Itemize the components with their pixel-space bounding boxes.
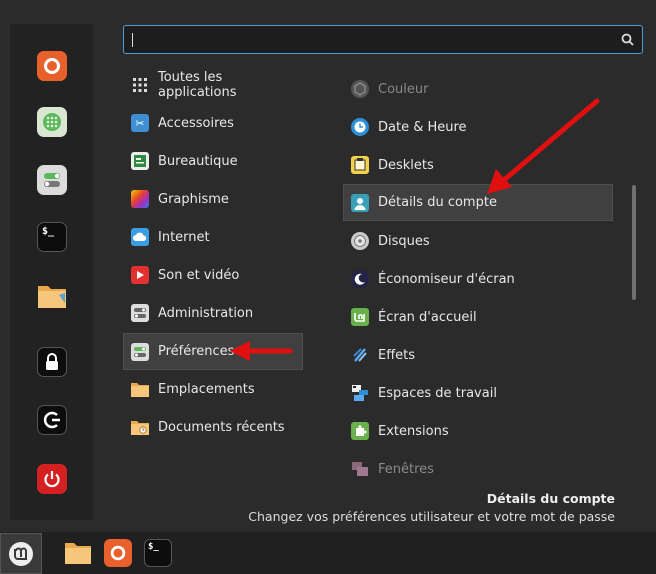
terminal-prompt: $_: [148, 542, 159, 552]
category-all-applications[interactable]: Toutes les applications: [124, 67, 302, 103]
category-label: Graphisme: [158, 191, 229, 207]
app-disks[interactable]: Disques: [344, 223, 612, 259]
app-account-details[interactable]: Détails du compte: [343, 184, 613, 221]
app-label: Disques: [378, 233, 430, 249]
category-label: Internet: [158, 229, 210, 245]
office-icon: [131, 152, 149, 170]
application-menu: $_ Toutes les applications ✂ Accessoires…: [0, 0, 656, 532]
category-office[interactable]: Bureautique: [124, 143, 302, 179]
app-color[interactable]: Couleur: [344, 71, 612, 107]
folder-icon: [131, 380, 149, 398]
text-cursor: [132, 33, 133, 47]
app-label: Desklets: [378, 157, 434, 173]
terminal-icon[interactable]: $_: [37, 222, 67, 252]
app-date-time[interactable]: Date & Heure: [344, 109, 612, 145]
app-login-screen[interactable]: Écran d'accueil: [344, 299, 612, 335]
firefox-icon[interactable]: [37, 51, 67, 81]
scrollbar[interactable]: [632, 185, 636, 300]
settings-toggle-icon[interactable]: [37, 165, 67, 195]
disk-icon: [351, 232, 369, 250]
account-icon: [351, 193, 369, 212]
category-label: Toutes les applications: [158, 70, 237, 100]
category-accessories[interactable]: ✂ Accessoires: [124, 105, 302, 141]
extensions-icon: [351, 422, 369, 440]
windows-icon: [351, 460, 369, 478]
play-icon: [131, 266, 149, 284]
description-title: Détails du compte: [486, 491, 615, 506]
calculator-icon[interactable]: [37, 107, 67, 137]
cloud-icon: [131, 228, 149, 246]
category-recent-documents[interactable]: Documents récents: [124, 409, 302, 445]
app-screensaver[interactable]: Économiseur d'écran: [344, 261, 612, 297]
category-label: Bureautique: [158, 153, 238, 169]
search-box[interactable]: [123, 25, 643, 54]
app-label: Espaces de travail: [378, 385, 497, 401]
files-icon[interactable]: [37, 281, 67, 311]
category-label: Son et vidéo: [158, 267, 240, 283]
app-label: Détails du compte: [378, 195, 497, 210]
app-label: Écran d'accueil: [378, 309, 477, 325]
terminal-prompt: $_: [42, 226, 55, 237]
category-label: Accessoires: [158, 115, 234, 131]
category-administration[interactable]: Administration: [124, 295, 302, 331]
search-icon: [621, 33, 634, 46]
category-places[interactable]: Emplacements: [124, 371, 302, 407]
clock-icon: [351, 118, 369, 136]
mint-menu-icon: [9, 541, 33, 566]
power-icon[interactable]: [37, 464, 67, 494]
logout-icon[interactable]: [37, 405, 67, 435]
color-icon: [351, 80, 369, 98]
login-screen-icon: [351, 308, 369, 326]
category-label: Emplacements: [158, 381, 255, 397]
lock-icon[interactable]: [37, 347, 67, 377]
app-label: Effets: [378, 347, 416, 363]
favorites-sidebar: $_: [10, 24, 93, 520]
taskbar: [0, 532, 656, 574]
app-effects[interactable]: Effets: [344, 337, 612, 373]
app-extensions[interactable]: Extensions: [344, 413, 612, 449]
category-internet[interactable]: Internet: [124, 219, 302, 255]
app-windows[interactable]: Fenêtres: [344, 451, 612, 487]
category-label: Préférences: [158, 344, 235, 359]
taskbar-terminal-icon[interactable]: $_: [144, 539, 172, 567]
mint-menu-button[interactable]: [0, 533, 42, 574]
app-workspaces[interactable]: Espaces de travail: [344, 375, 612, 411]
app-label: Date & Heure: [378, 119, 467, 135]
app-label: Extensions: [378, 423, 449, 439]
category-label: Administration: [158, 305, 254, 321]
description-text: Changez vos préférences utilisateur et v…: [248, 509, 615, 524]
recent-folder-icon: [131, 418, 149, 436]
app-label: Économiseur d'écran: [378, 271, 515, 287]
app-label: Fenêtres: [378, 461, 434, 477]
effects-icon: [351, 346, 369, 364]
taskbar-firefox-icon[interactable]: [104, 539, 132, 567]
category-label: Documents récents: [158, 419, 285, 435]
graphics-icon: [131, 190, 149, 208]
app-label: Couleur: [378, 81, 429, 97]
scissors-icon: ✂: [131, 114, 149, 132]
category-sound-video[interactable]: Son et vidéo: [124, 257, 302, 293]
admin-toggle-icon: [131, 304, 149, 322]
app-desklets[interactable]: Desklets: [344, 147, 612, 183]
grid-icon: [131, 76, 149, 94]
category-preferences[interactable]: Préférences: [123, 333, 303, 370]
preferences-toggle-icon: [131, 342, 149, 361]
desklets-icon: [351, 156, 369, 174]
taskbar-files-icon[interactable]: [64, 539, 92, 567]
screensaver-icon: [351, 270, 369, 288]
category-graphics[interactable]: Graphisme: [124, 181, 302, 217]
workspaces-icon: [351, 384, 369, 402]
search-input[interactable]: [136, 29, 620, 52]
